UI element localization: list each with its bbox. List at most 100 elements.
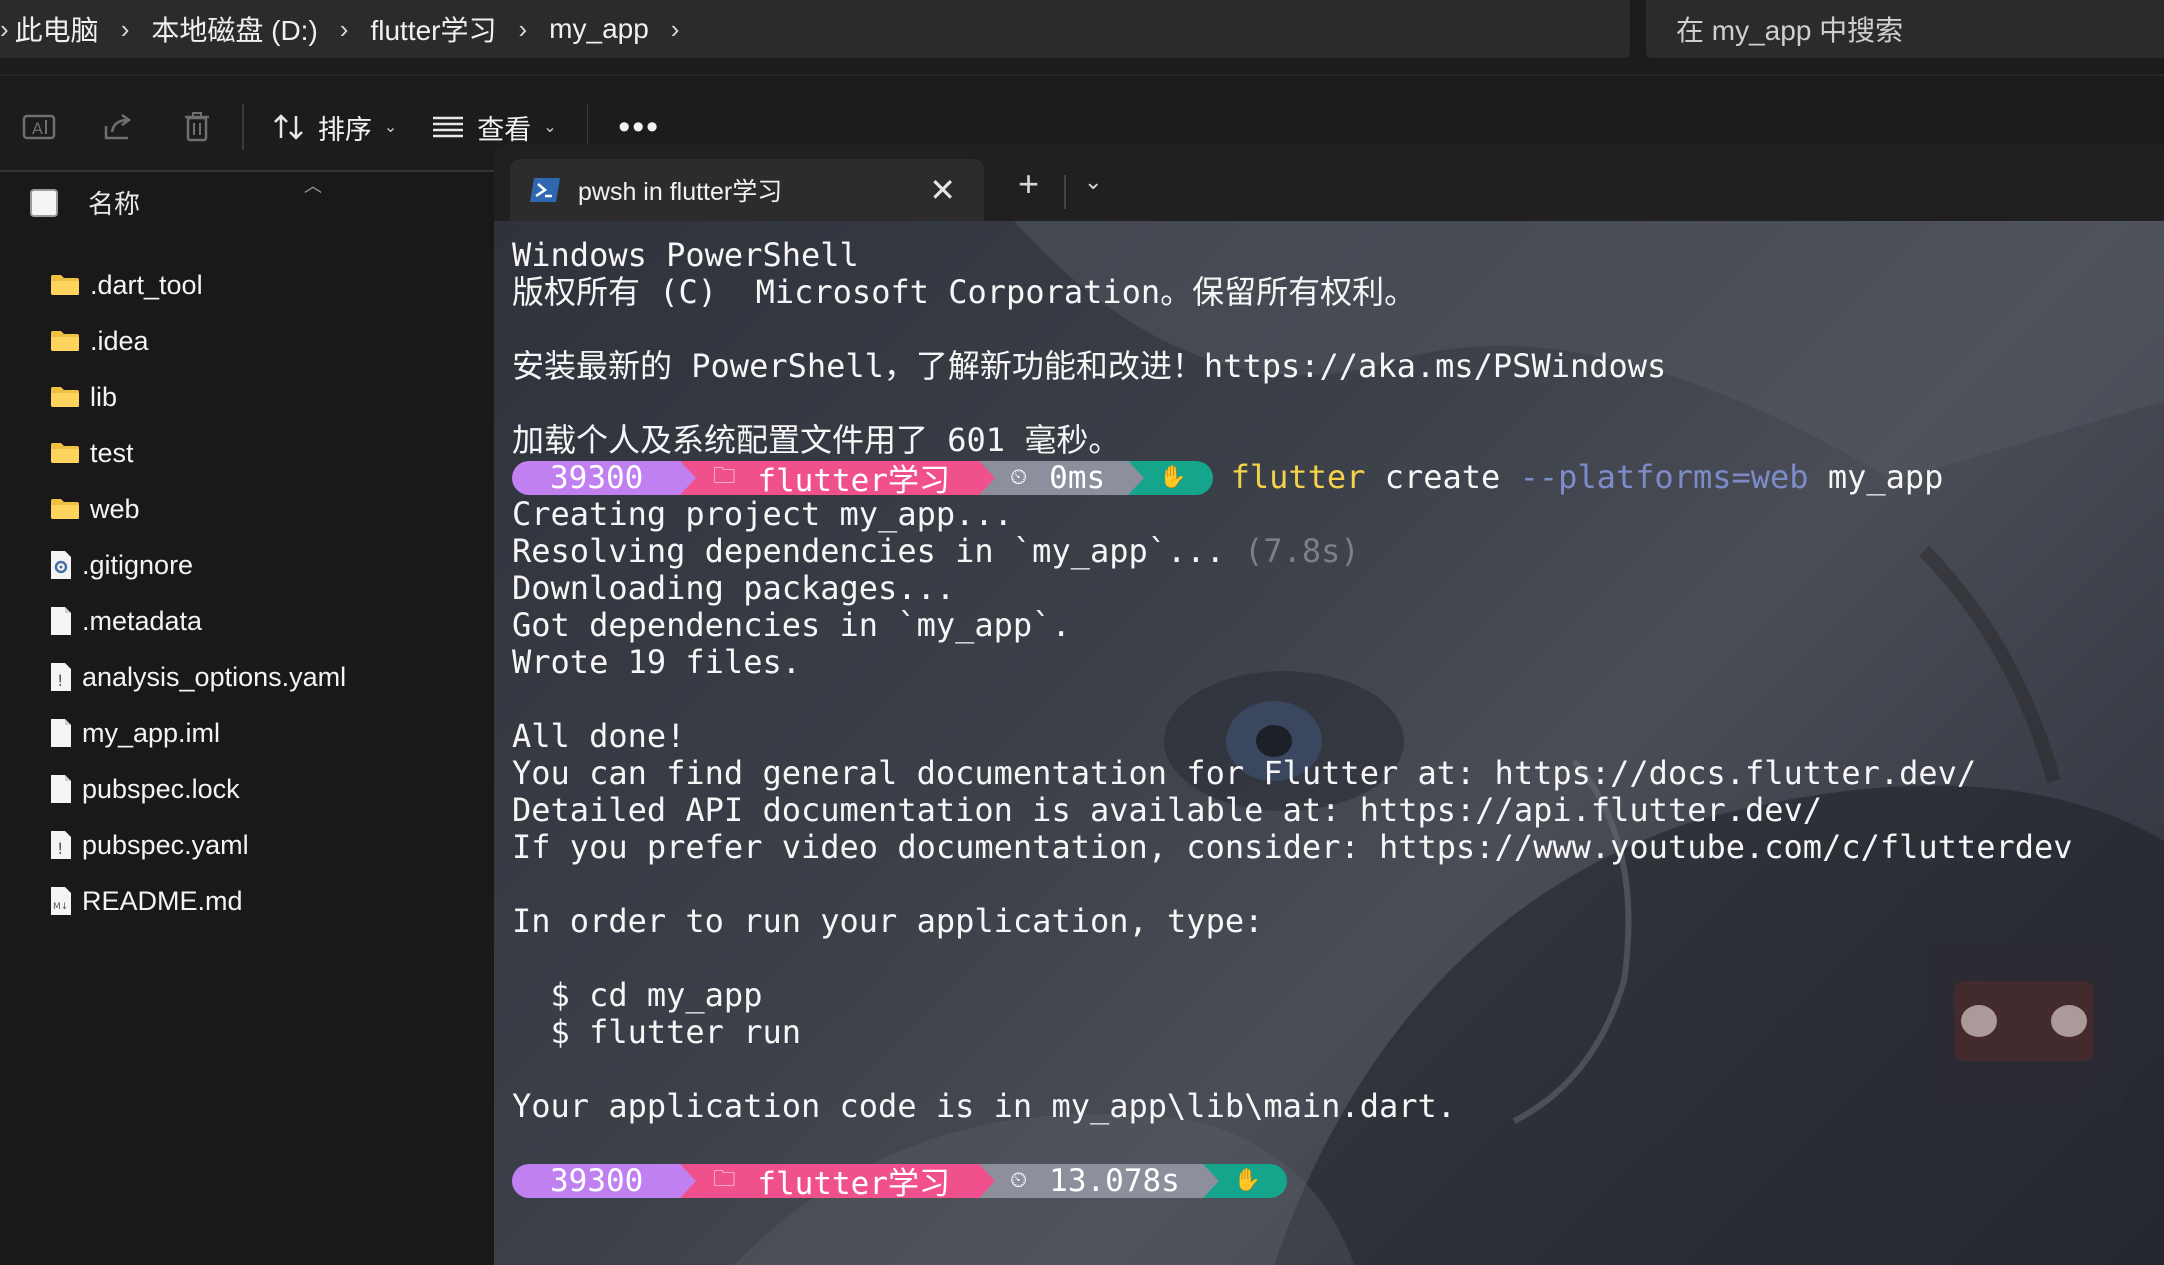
chevron-down-icon: ⌄ (383, 119, 398, 136)
column-header-name[interactable]: 名称 (30, 184, 140, 221)
terminal-line: Detailed API documentation is available … (512, 791, 1823, 829)
rename-icon[interactable]: A (0, 112, 79, 142)
prompt-segment-folder: 🗀 flutter学习 (681, 460, 995, 499)
list-item[interactable]: ! analysis_options.yaml (50, 652, 346, 702)
list-item[interactable]: .metadata (50, 596, 202, 646)
file-name: my_app.iml (82, 717, 221, 748)
folder-icon (51, 387, 79, 407)
prompt-time: 0ms (1049, 459, 1106, 496)
hand-icon: ✋ (1159, 465, 1187, 490)
share-icon[interactable] (79, 112, 158, 142)
command-name: flutter (1230, 458, 1366, 496)
prompt-folder: flutter学习 (757, 1166, 950, 1202)
file-name: pubspec.lock (82, 773, 240, 804)
terminal-text: Windows PowerShell 版权所有 (C) Microsoft Co… (512, 237, 2073, 1202)
toolbar-separator (242, 104, 244, 150)
search-input[interactable]: 在 my_app 中搜索 (1646, 0, 2164, 58)
chevron-right-icon[interactable]: › (318, 14, 371, 45)
list-item[interactable]: .idea (50, 316, 149, 366)
folder-outline-icon: 🗀 (713, 1166, 736, 1192)
terminal-line: Got dependencies in `my_app`. (512, 606, 1071, 644)
list-item[interactable]: M↓ README.md (50, 876, 243, 926)
chevron-right-icon[interactable]: › (649, 14, 702, 45)
terminal-line: Creating project my_app... (512, 495, 1013, 533)
terminal-line: You can find general documentation for F… (512, 754, 1977, 792)
tab-separator (1064, 175, 1066, 209)
file-list: ︿ 名称 .dart_tool .idea lib test web .giti… (0, 172, 494, 1265)
folder-icon (51, 499, 79, 519)
delete-icon[interactable] (157, 111, 236, 143)
terminal-line: In order to run your application, type: (512, 902, 1264, 940)
tab-title: pwsh in flutter学习 (578, 178, 783, 206)
view-button[interactable]: 查看 ⌄ (421, 108, 580, 147)
list-item[interactable]: test (50, 428, 134, 478)
terminal-line: Wrote 19 files. (512, 643, 801, 681)
tab-pwsh[interactable]: pwsh in flutter学习 ✕ (510, 159, 984, 221)
address-bar[interactable]: › 此电脑 › 本地磁盘 (D:) › flutter学习 › my_app › (0, 0, 1630, 58)
folder-icon (51, 331, 79, 351)
prompt-segment-folder: 🗀 flutter学习 (681, 1163, 995, 1202)
file-name: lib (90, 381, 118, 412)
list-item[interactable]: pubspec.lock (50, 764, 240, 814)
chevron-down-icon: ⌄ (543, 119, 557, 136)
file-name: web (90, 493, 140, 524)
breadcrumb-local-disk[interactable]: 本地磁盘 (D:) (151, 9, 317, 49)
sort-button[interactable]: 排序 ⌄ (262, 108, 421, 147)
terminal-tab-bar: pwsh in flutter学习 ✕ + ⌄ (494, 145, 2164, 221)
terminal-window[interactable]: pwsh in flutter学习 ✕ + ⌄ Windows PowerShe… (494, 145, 2164, 1265)
prompt-line: 39300 🗀 flutter学习 ⏲ 0ms ✋ flutter create -… (512, 458, 2073, 499)
timer-icon: ⏲ (1010, 465, 1028, 490)
chevron-right-icon[interactable]: › (99, 14, 152, 45)
sort-label: 排序 (317, 114, 372, 145)
new-tab-button[interactable]: + (1018, 163, 1039, 205)
terminal-line: Your application code is in my_app\lib\m… (512, 1087, 1457, 1125)
svg-text:!: ! (57, 671, 63, 690)
view-label: 查看 (477, 114, 532, 145)
terminal-line: 安装最新的 PowerShell，了解新功能和改进！https://aka.ms… (512, 347, 1667, 385)
list-item[interactable]: lib (50, 372, 117, 422)
view-list-icon (433, 116, 464, 138)
terminal-line: Downloading packages... (512, 569, 956, 607)
breadcrumb-my-app[interactable]: my_app (549, 13, 649, 45)
powershell-icon (530, 178, 560, 202)
settings-file-icon (51, 551, 71, 579)
terminal-output[interactable]: Windows PowerShell 版权所有 (C) Microsoft Co… (494, 221, 2164, 1265)
chevron-right-icon[interactable]: › (0, 14, 15, 45)
chevron-right-icon[interactable]: › (497, 14, 550, 45)
sort-icon (273, 114, 303, 140)
divider (0, 74, 2164, 76)
markdown-file-icon: M↓ (51, 887, 71, 915)
chevron-down-icon[interactable]: ⌄ (1084, 169, 1102, 195)
prompt-segment-time: ⏲ 13.078s (980, 1163, 1219, 1199)
list-item[interactable]: my_app.iml (50, 708, 220, 758)
folder-icon (51, 275, 79, 295)
file-name: test (90, 437, 134, 468)
close-icon[interactable]: ✕ (929, 171, 956, 209)
prompt-folder: flutter学习 (757, 463, 950, 499)
more-options-button[interactable]: ••• (606, 110, 660, 144)
list-item[interactable]: ! pubspec.yaml (50, 820, 249, 870)
select-all-checkbox[interactable] (30, 188, 58, 217)
terminal-line: Resolving dependencies in `my_app`... (7… (512, 533, 2073, 570)
terminal-line: 版权所有 (C) Microsoft Corporation。保留所有权利。 (512, 273, 1417, 311)
command-subcommand: create (1365, 458, 1520, 496)
breadcrumb-flutter-folder[interactable]: flutter学习 (370, 9, 496, 49)
elapsed-time: (7.8s) (1244, 532, 1360, 570)
command-arg: my_app (1808, 458, 1944, 496)
sort-ascending-icon: ︿ (304, 176, 322, 196)
list-item[interactable]: .gitignore (50, 540, 193, 590)
svg-text:!: ! (57, 839, 63, 858)
terminal-line: $ cd my_app (512, 976, 763, 1014)
list-item[interactable]: .dart_tool (50, 260, 203, 310)
file-name: pubspec.yaml (82, 829, 249, 860)
search-placeholder: 在 my_app 中搜索 (1676, 15, 1904, 46)
list-item[interactable]: web (50, 484, 140, 534)
yaml-file-icon: ! (51, 663, 71, 691)
breadcrumb-this-pc[interactable]: 此电脑 (15, 9, 99, 49)
